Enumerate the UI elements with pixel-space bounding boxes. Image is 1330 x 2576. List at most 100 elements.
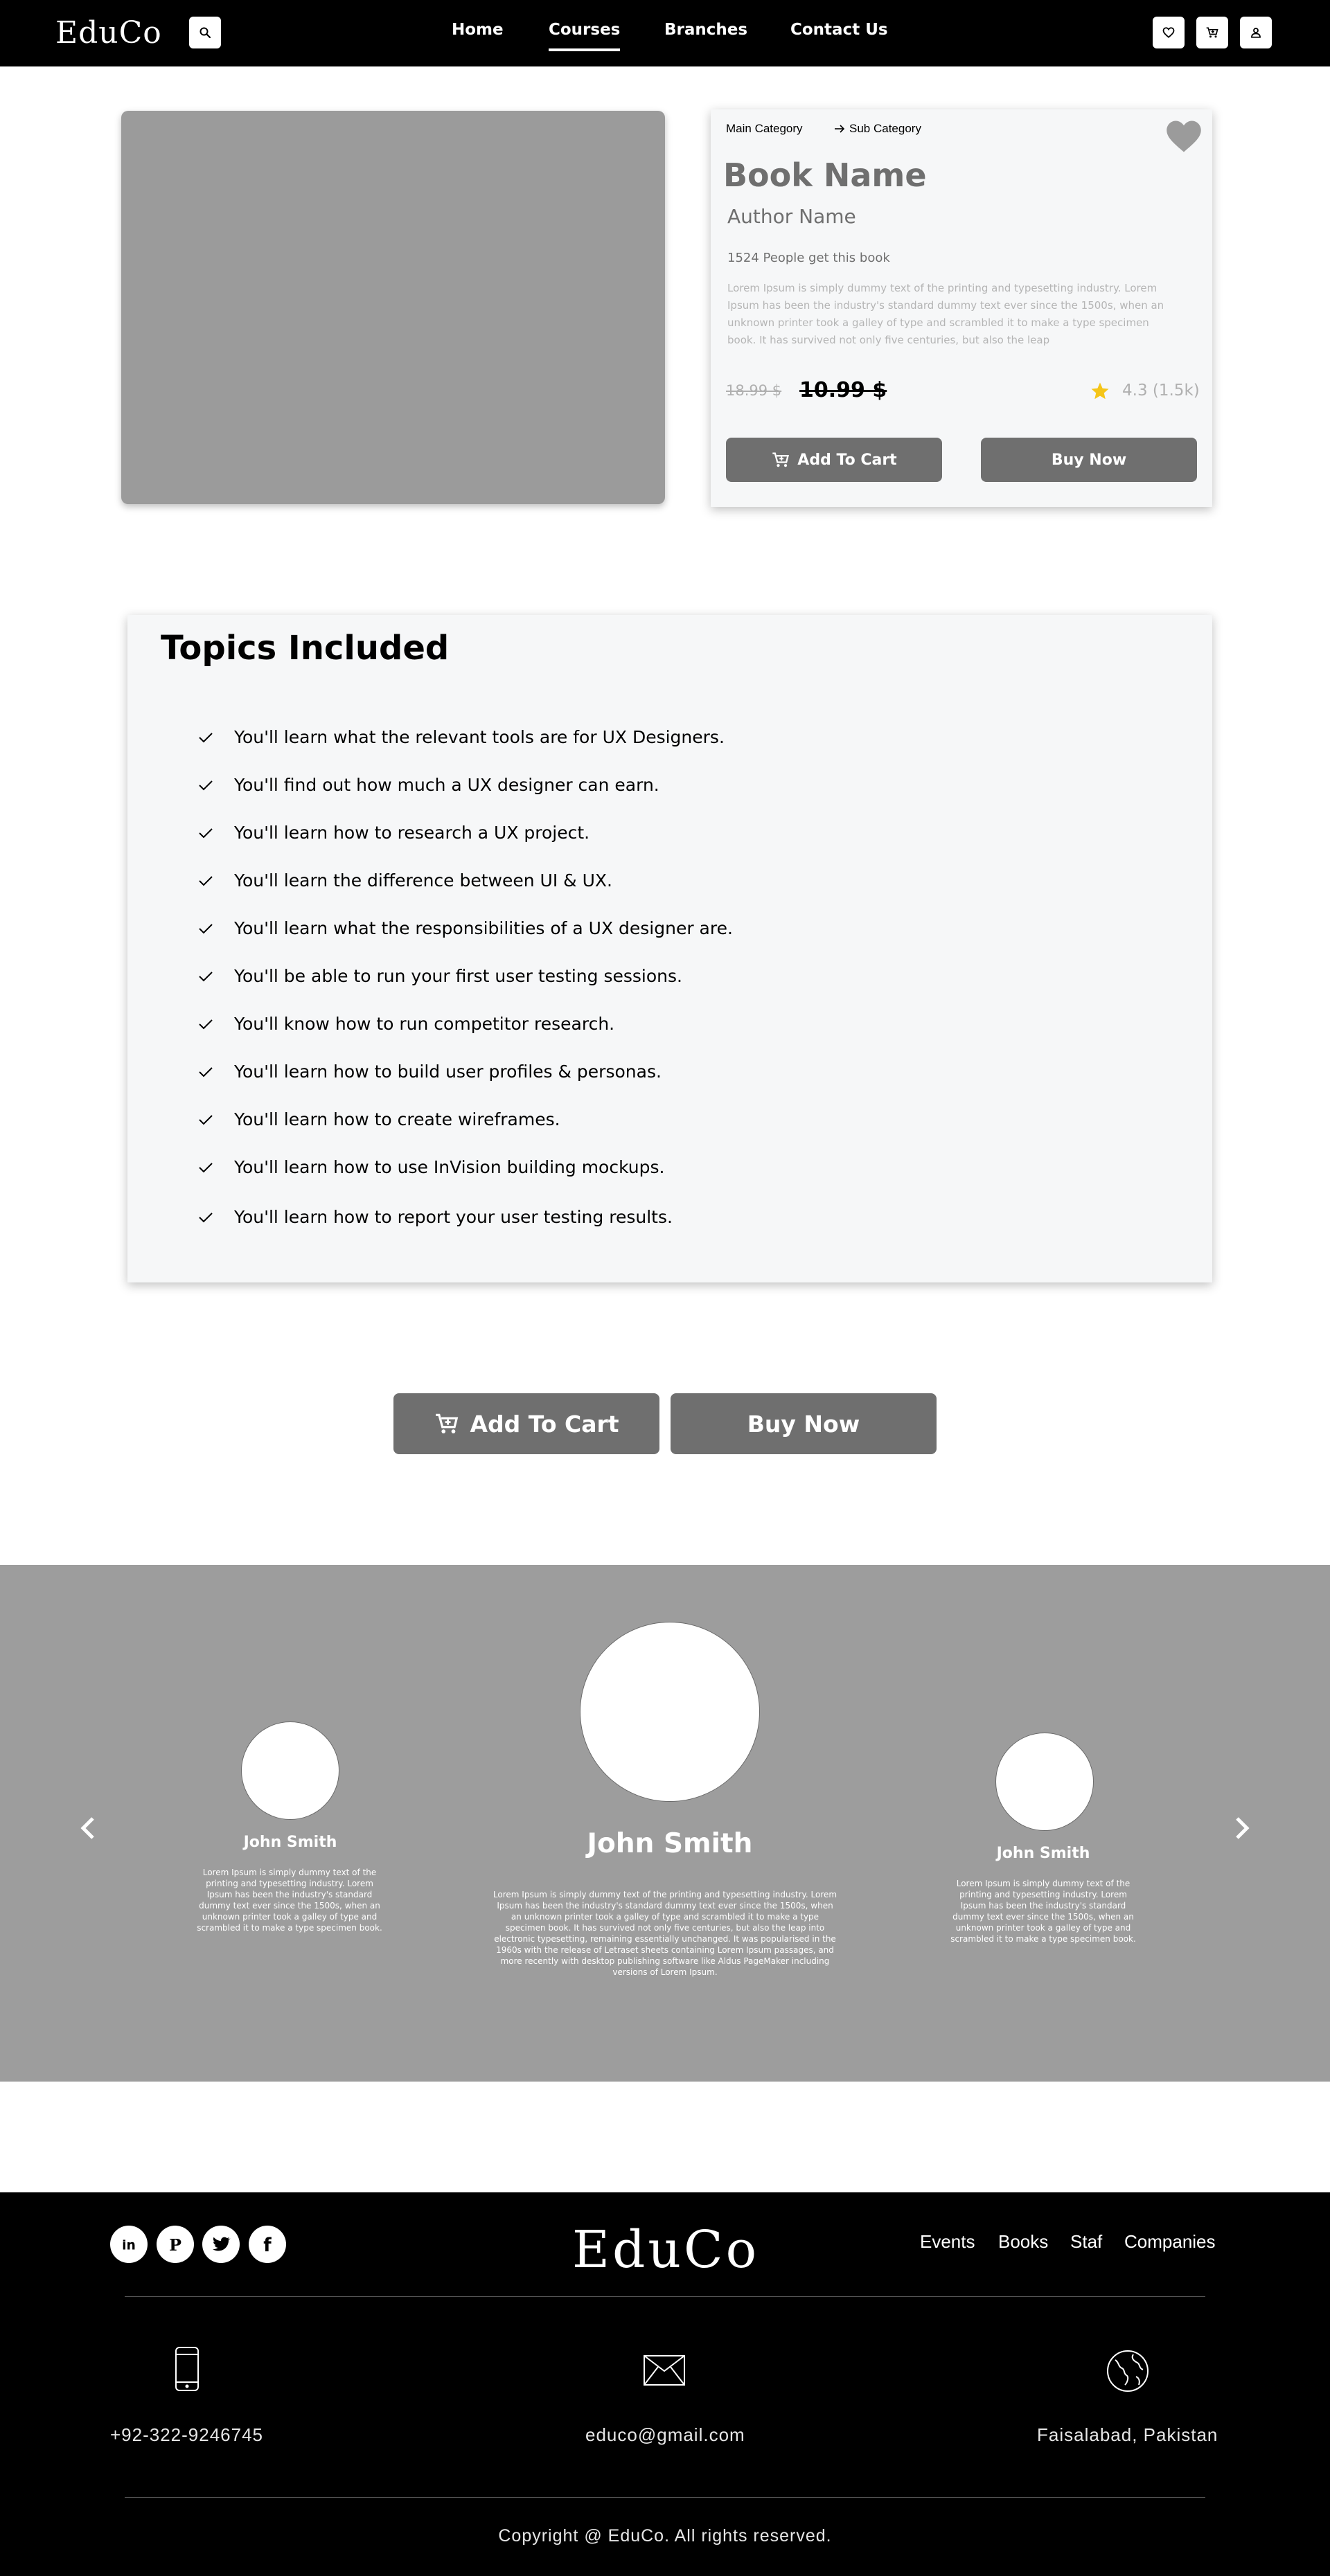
arrow-right-icon [835,125,845,133]
check-icon [199,1066,213,1077]
footer-logo[interactable]: EduCo [572,2220,759,2280]
check-icon [199,875,213,886]
add-to-cart-large-label: Add To Cart [470,1410,619,1438]
account-button[interactable] [1240,17,1272,48]
avatar [995,1733,1094,1831]
site-footer: in P f EduCo Events Books Staf Companies [0,2192,1330,2576]
twitter-icon [213,2237,231,2251]
people-count: 1524 People get this book [727,251,890,265]
chevron-left-icon[interactable] [78,1814,98,1842]
book-description: Lorem Ipsum is simply dummy text of the … [727,282,1164,346]
topic-item: You'll be able to run your first user te… [197,966,682,986]
footer-email[interactable]: educo@gmail.com [585,2424,745,2446]
topic-text: You'll be able to run your first user te… [234,966,682,986]
cart-button[interactable] [1196,17,1228,48]
testimonial-name: John Smith [243,1834,337,1851]
topics-section: Topics Included You'll learn what the re… [127,615,1212,1282]
chevron-right-icon[interactable] [1232,1814,1252,1842]
mail-icon [644,2355,685,2386]
author-name: Author Name [727,205,856,228]
cart-icon [1206,27,1218,38]
breadcrumb-main-category[interactable]: Main Category [726,122,803,136]
topic-text: You'll learn how to use InVision buildin… [234,1157,665,1177]
breadcrumb-sub-category[interactable]: Sub Category [834,122,921,136]
avatar [580,1622,760,1802]
copyright-text: Copyright @ EduCo. All rights reserved. [498,2526,832,2546]
favorite-heart-icon[interactable] [1165,119,1203,154]
nav-branches[interactable]: Branches [664,21,747,51]
topic-text: You'll learn what the responsibilities o… [234,918,733,938]
cart-icon [436,1413,459,1433]
testimonial-text: Lorem Ipsum is simply dummy text of the … [197,1868,382,1933]
site-logo[interactable]: EduCo [55,15,162,51]
search-button[interactable] [189,17,221,48]
rating: 4.3 (1.5k) [1122,382,1200,400]
svg-text:f: f [263,2235,272,2255]
phone-icon [175,2347,199,2391]
nav-courses[interactable]: Courses [549,21,621,51]
topic-text: You'll learn how to research a UX projec… [234,823,590,843]
footer-phone[interactable]: +92-322-9246745 [110,2424,263,2446]
svg-text:P: P [169,2235,181,2255]
star-icon [1091,382,1109,400]
book-cover-image [121,111,665,504]
book-name: Book Name [723,156,927,194]
pinterest-link[interactable]: P [157,2226,194,2263]
facebook-icon: f [263,2235,272,2255]
add-to-cart-label: Add To Cart [797,451,897,469]
buy-now-large-button[interactable]: Buy Now [671,1393,937,1454]
check-icon [199,971,213,981]
testimonial-text: Lorem Ipsum is simply dummy text of the … [950,1879,1136,1944]
topic-item: You'll learn what the responsibilities o… [197,918,733,938]
topic-item: You'll learn how to create wireframes. [197,1109,560,1129]
topic-item: You'll learn the difference between UI &… [197,870,612,891]
add-to-cart-button[interactable]: Add To Cart [726,438,942,482]
cart-icon [772,452,790,467]
nav-home[interactable]: Home [452,21,504,51]
footer-location: Faisalabad, Pakistan [1037,2424,1218,2445]
topics-title: Topics Included [161,629,450,668]
topic-item: You'll learn how to use InVision buildin… [197,1157,665,1177]
topic-item: You'll learn how to report your user tes… [197,1207,673,1227]
topic-text: You'll know how to run competitor resear… [234,1014,615,1034]
buy-now-button[interactable]: Buy Now [981,438,1197,482]
new-price: 10.99 $ [799,378,887,402]
check-icon [199,780,213,790]
check-icon [199,732,213,742]
topic-text: You'll learn how to report your user tes… [234,1207,673,1227]
linkedin-link[interactable]: in [110,2226,148,2263]
topic-text: You'll learn how to create wireframes. [234,1109,560,1129]
breadcrumb-sub-label: Sub Category [849,122,921,135]
topic-text: You'll learn what the relevant tools are… [234,727,725,747]
product-card: Main Category Sub Category Book Name Aut… [711,109,1212,507]
check-icon [199,1114,213,1125]
facebook-link[interactable]: f [249,2226,286,2263]
check-icon [199,828,213,838]
testimonial-name: John Smith [587,1828,753,1859]
search-icon [200,27,211,39]
check-icon [199,923,213,933]
footer-divider [125,2296,1205,2297]
topic-item: You'll know how to run competitor resear… [197,1014,614,1034]
user-icon [1251,28,1261,38]
add-to-cart-large-button[interactable]: Add To Cart [393,1393,659,1454]
footer-link-companies[interactable]: Companies [1124,2231,1216,2253]
twitter-link[interactable] [202,2226,240,2263]
topic-item: You'll learn how to build user profiles … [197,1062,662,1082]
nav-contact-us[interactable]: Contact Us [790,21,888,51]
avatar [241,1721,339,1820]
testimonial-text: Lorem Ipsum is simply dummy text of the … [493,1890,837,1977]
linkedin-icon: in [122,2239,136,2253]
topic-item: You'll learn how to research a UX projec… [197,823,589,843]
testimonial-name: John Smith [996,1845,1090,1862]
check-icon [199,1212,213,1222]
check-icon [199,1162,213,1172]
footer-link-events[interactable]: Events [920,2231,975,2253]
heart-icon [1162,27,1175,38]
topic-text: You'll learn the difference between UI &… [234,870,612,891]
topic-text: You'll find out how much a UX designer c… [234,775,659,795]
footer-link-staf[interactable]: Staf [1070,2231,1102,2253]
check-icon [199,1019,213,1029]
wishlist-button[interactable] [1153,17,1185,48]
footer-link-books[interactable]: Books [998,2231,1048,2253]
